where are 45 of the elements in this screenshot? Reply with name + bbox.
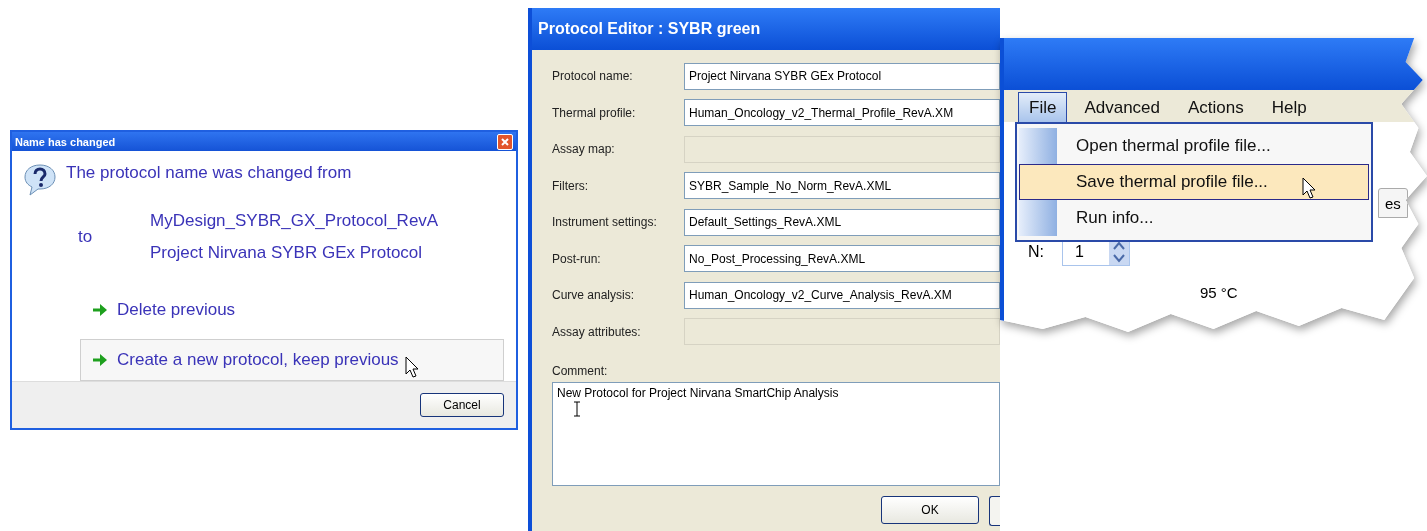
input-field[interactable]: Project Nirvana SYBR GEx Protocol [684,62,1000,90]
close-icon [501,137,509,146]
to-text: to [78,227,93,247]
field-label: Assay attributes: [552,324,642,339]
field-label: Filters: [552,178,589,193]
input-field[interactable]: Default_Settings_RevA.XML [684,208,1000,236]
pointer-cursor-icon [405,356,419,379]
text-cursor-icon [573,401,581,417]
field-label: Protocol name: [552,69,634,84]
comment-field[interactable]: New Protocol for Project Nirvana SmartChip Analysis [552,382,1000,486]
field-label: Curve analysis: [552,288,636,303]
window-title: Protocol Editor : SYBR green [538,20,761,38]
input-field[interactable]: SYBR_Sample_No_Norm_RevA.XML [684,172,1000,200]
menu-item[interactable]: Help [1260,92,1318,122]
window-title: Name has changed [15,135,116,148]
field-label: Post-run: [552,251,602,266]
field-label: Thermal profile: [552,105,637,120]
menu-item[interactable]: Advanced [1073,92,1172,122]
field-label: Comment: [552,364,609,378]
pointer-cursor-icon [1302,177,1316,199]
input-field[interactable]: No_Post_Processing_RevA.XML [684,245,1000,273]
tab[interactable]: es [1378,188,1408,218]
n-label: N: [1028,243,1044,261]
menu-item[interactable]: File [1018,92,1068,122]
new-name-text: Project Nirvana SYBR GEx Protocol [150,243,423,263]
menu-item[interactable]: Actions [1177,92,1255,122]
button-edge[interactable] [989,496,1000,526]
ok-button[interactable]: OK [881,496,979,524]
menu-item[interactable]: Save thermal profile file... [1019,164,1369,200]
question-icon [22,163,58,198]
close-button[interactable] [497,133,513,150]
message-text: The protocol name was changed from [66,163,352,184]
old-name-text: MyDesign_SYBR_GX_Protocol_RevA [150,211,439,231]
input-field[interactable]: Human_Oncology_v2_Curve_Analysis_RevA.XM [684,281,1000,309]
menu-item[interactable]: Run info... [1019,200,1369,236]
menu-item[interactable]: Open thermal profile file... [1019,128,1369,164]
cancel-button[interactable]: Cancel [420,393,504,418]
temperature-label: 95 °C [1200,284,1238,301]
input-field[interactable]: Human_Oncology_v2_Thermal_Profile_RevA.XM [684,99,1000,127]
arrow-icon [93,304,107,317]
arrow-icon [93,354,107,367]
option-button[interactable]: Delete previous [80,289,504,332]
field-label: Instrument settings: [552,215,658,230]
field-label: Assay map: [552,142,616,157]
option-button[interactable]: Create a new protocol, keep previous [80,339,504,382]
